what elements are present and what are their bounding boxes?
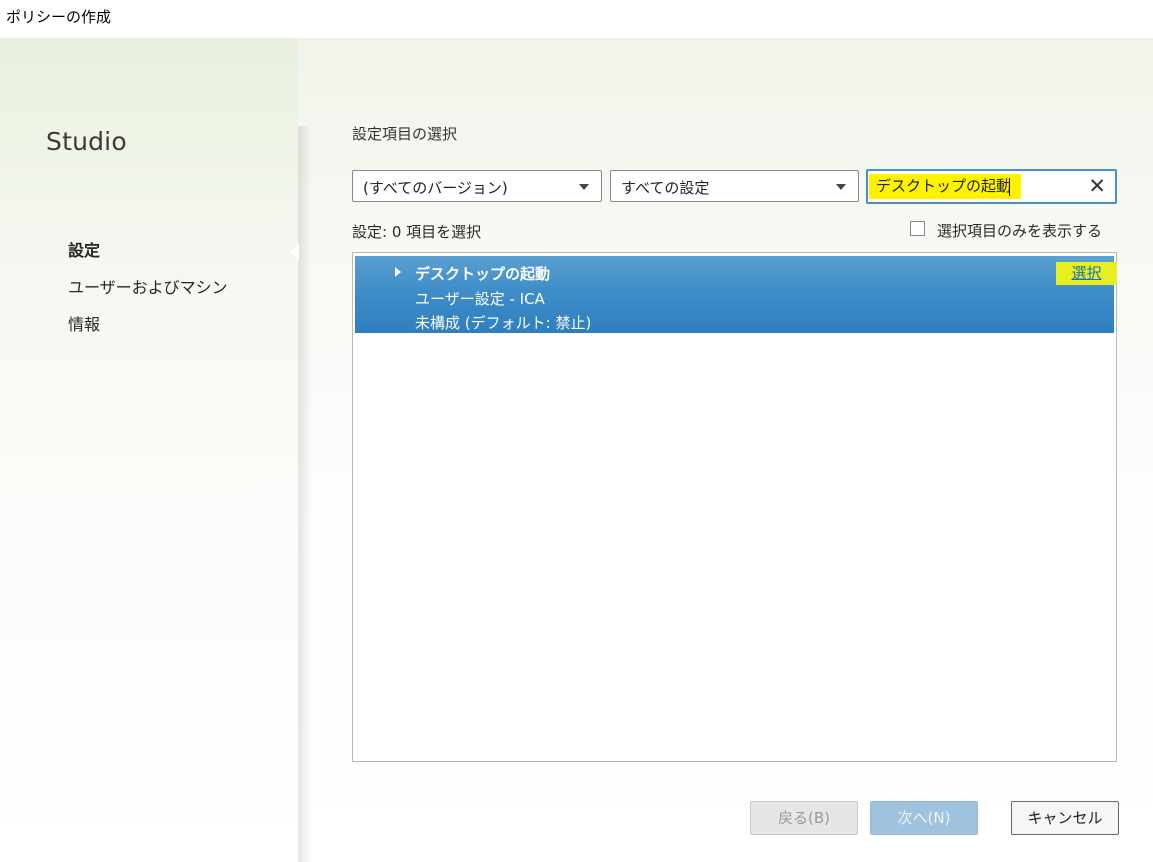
text-cursor <box>1009 178 1010 196</box>
close-icon[interactable]: ✕ <box>1088 174 1106 198</box>
chevron-down-icon <box>579 184 589 190</box>
step-info[interactable]: 情報 <box>68 314 228 351</box>
checkbox-label: 選択項目のみを表示する <box>937 222 1103 240</box>
search-value: デスクトップの起動 <box>869 174 1022 199</box>
version-dropdown[interactable]: (すべてのバージョン) <box>352 170 602 202</box>
wizard-steps: 設定 ユーザーおよびマシン 情報 <box>68 240 228 351</box>
active-step-pointer <box>290 243 299 261</box>
expand-arrow-icon[interactable] <box>395 267 401 277</box>
setting-state: 未構成 (デフォルト: 禁止) <box>415 314 592 332</box>
checkbox-box[interactable] <box>910 221 925 236</box>
sidebar: Studio 設定 ユーザーおよびマシン 情報 <box>0 38 298 862</box>
settings-list[interactable]: デスクトップの起動 ユーザー設定 - ICA 未構成 (デフォルト: 禁止) 選… <box>352 252 1117 762</box>
section-title: 設定項目の選択 <box>352 125 458 143</box>
cancel-button[interactable]: キャンセル <box>1011 801 1119 835</box>
wizard-frame: Studio 設定 ユーザーおよびマシン 情報 設定項目の選択 (すべてのバージ… <box>0 38 1153 862</box>
select-link[interactable]: 選択 <box>1056 262 1117 285</box>
setting-category: ユーザー設定 - ICA <box>415 290 545 308</box>
window-title: ポリシーの作成 <box>6 8 112 26</box>
brand-title: Studio <box>46 127 127 156</box>
setting-name: デスクトップの起動 <box>415 265 551 283</box>
step-settings[interactable]: 設定 <box>68 240 228 277</box>
panel-divider <box>298 126 312 862</box>
next-button[interactable]: 次へ(N) <box>870 801 978 835</box>
category-dropdown[interactable]: すべての設定 <box>610 170 859 202</box>
version-dropdown-value: (すべてのバージョン) <box>363 179 508 197</box>
selection-status: 設定: 0 項目を選択 <box>352 223 482 241</box>
step-users-and-machines[interactable]: ユーザーおよびマシン <box>68 277 228 314</box>
main-panel: 設定項目の選択 (すべてのバージョン) すべての設定 デスクトップの起動 ✕ 設… <box>298 38 1153 862</box>
search-input[interactable]: デスクトップの起動 ✕ <box>866 169 1117 204</box>
list-item[interactable]: デスクトップの起動 ユーザー設定 - ICA 未構成 (デフォルト: 禁止) 選… <box>355 256 1117 333</box>
title-bar: ポリシーの作成 <box>0 0 1153 38</box>
back-button[interactable]: 戻る(B) <box>750 801 858 835</box>
chevron-down-icon <box>836 184 846 190</box>
category-dropdown-value: すべての設定 <box>621 179 710 197</box>
